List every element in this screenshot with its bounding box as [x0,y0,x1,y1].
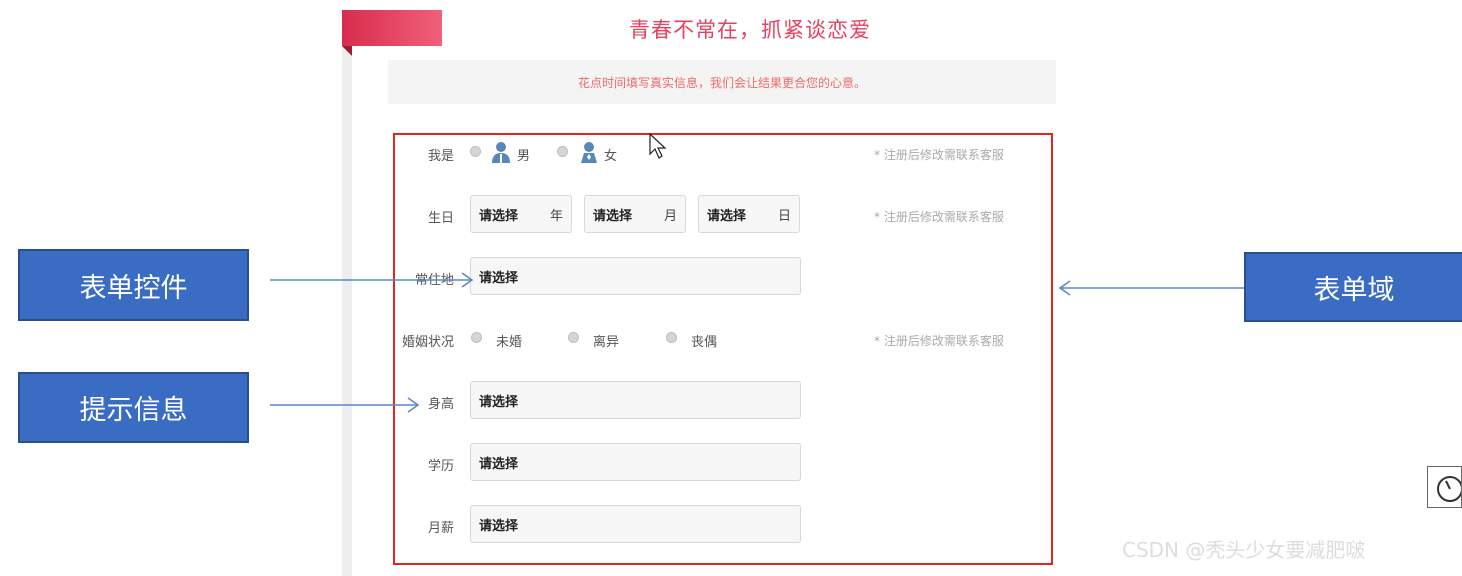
side-widget[interactable] [1427,466,1462,508]
watermark: CSDN @秃头少女要减肥啵 [1122,538,1366,562]
speedometer-icon [1437,476,1462,502]
callout-arrows [270,272,1244,413]
